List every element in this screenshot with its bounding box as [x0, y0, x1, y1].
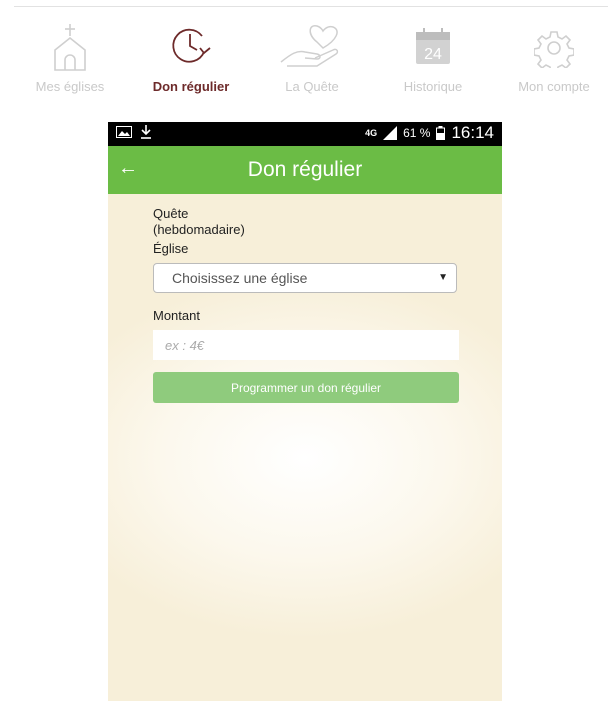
page-title: Don régulier: [247, 158, 363, 181]
gear-icon: [534, 31, 574, 68]
quete-frequency-label: (hebdomadaire): [153, 222, 245, 237]
chevron-down-icon: ▼: [438, 272, 448, 283]
nav-item-mon-compte[interactable]: Mon compte: [494, 22, 608, 102]
nav-item-historique[interactable]: 24 Historique: [373, 22, 493, 102]
montant-label: Montant: [153, 308, 200, 323]
montant-input[interactable]: [153, 330, 459, 360]
eglise-label: Église: [153, 241, 189, 256]
battery-icon: [436, 126, 446, 140]
battery-percent: 61 %: [403, 126, 431, 140]
church-icon: [54, 24, 86, 71]
nav-label: Historique: [403, 79, 463, 94]
donation-form: Quête (hebdomadaire) Église Choisissez u…: [153, 206, 459, 403]
nav-item-mes-eglises[interactable]: Mes églises: [10, 22, 130, 102]
quete-label: Quête: [153, 206, 189, 221]
nav-label: Mon compte: [518, 79, 590, 94]
nav-label: Mes églises: [35, 79, 105, 94]
nav-item-don-regulier[interactable]: Don régulier: [131, 22, 251, 102]
nav-label: Don régulier: [152, 79, 230, 94]
heart-hand-icon: [280, 25, 339, 67]
nav-item-la-quete[interactable]: La Quête: [252, 22, 372, 102]
signal-icon: [383, 126, 398, 140]
image-notification-icon: [116, 126, 132, 138]
clock-icon: [172, 28, 211, 63]
eglise-select[interactable]: Choisissez une église ▼: [153, 263, 457, 293]
nav-label: La Quête: [285, 79, 339, 94]
schedule-donation-button[interactable]: Programmer un don régulier: [153, 372, 459, 403]
clock-time: 16:14: [451, 123, 494, 142]
network-type: 4G: [365, 127, 378, 138]
calendar-day: 24: [424, 46, 442, 63]
top-navigation: Mes églises Don régulier La Quête 24 His…: [0, 0, 608, 110]
calendar-icon: 24: [416, 28, 450, 64]
eglise-select-value: Choisissez une église: [172, 270, 308, 286]
download-icon: [141, 125, 151, 139]
status-bar: 4G 61 % 16:14: [108, 122, 502, 146]
phone-screen: 4G 61 % 16:14 ← Don régulier Quête (hebd…: [108, 122, 502, 701]
divider: [14, 6, 608, 7]
app-bar: ← Don régulier: [108, 146, 502, 194]
